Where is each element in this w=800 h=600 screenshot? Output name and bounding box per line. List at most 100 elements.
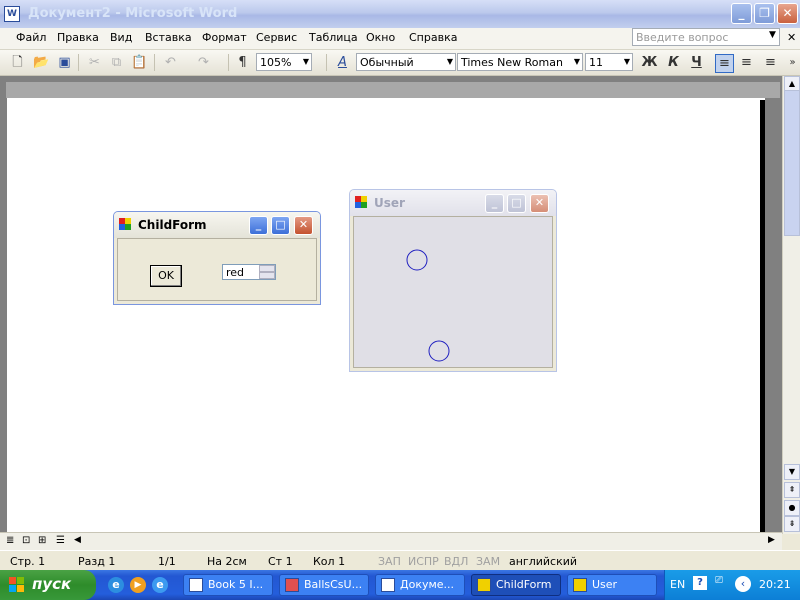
redo-icon[interactable]: ↷ <box>195 54 212 71</box>
taskbar-label: ChildForm <box>496 578 552 591</box>
paragraph-mark-button[interactable]: ¶ <box>234 54 251 71</box>
status-rec[interactable]: ЗАП <box>378 555 401 568</box>
taskbar-button-document[interactable]: Докуме... <box>375 574 465 596</box>
status-pages: 1/1 <box>158 555 176 568</box>
user-close-button[interactable]: ✕ <box>530 194 549 213</box>
clock: 20:21 <box>759 578 791 591</box>
user-minimize-button[interactable]: _ <box>485 194 504 213</box>
close-document-icon[interactable]: ✕ <box>787 31 796 44</box>
internet-explorer-icon[interactable]: e <box>108 577 124 593</box>
close-button[interactable]: ✕ <box>777 3 798 24</box>
outline-view-icon[interactable]: ☰ <box>56 535 65 546</box>
menu-format[interactable]: Формат <box>202 31 247 44</box>
align-left-icon[interactable]: ≡ <box>715 54 734 73</box>
childform-close-button[interactable]: ✕ <box>294 216 313 235</box>
form-icon[interactable] <box>119 218 132 231</box>
form-icon <box>573 578 587 592</box>
status-section: Разд 1 <box>78 555 116 568</box>
cut-icon[interactable]: ✂ <box>86 54 103 71</box>
next-page-icon[interactable]: ⇟ <box>784 516 800 532</box>
user-window[interactable]: User _ □ ✕ <box>349 189 557 372</box>
scroll-left-icon[interactable]: ◀ <box>74 535 81 545</box>
start-button[interactable]: пуск <box>0 570 96 600</box>
align-right-icon[interactable]: ≡ <box>762 54 779 71</box>
childform-title-bar[interactable]: ChildForm _ □ ✕ <box>114 212 320 238</box>
bold-button[interactable]: Ж <box>641 54 658 71</box>
style-value: Обычный <box>360 56 414 69</box>
childform-maximize-button[interactable]: □ <box>271 216 290 235</box>
web-view-icon[interactable]: ⊡ <box>22 535 30 546</box>
scroll-down-icon[interactable]: ▼ <box>784 464 800 480</box>
menu-table[interactable]: Таблица <box>309 31 358 44</box>
browse-object-icon[interactable]: ● <box>784 500 800 516</box>
italic-button[interactable]: К <box>665 54 682 71</box>
color-spinner[interactable]: red <box>222 264 276 280</box>
menu-edit[interactable]: Правка <box>57 31 99 44</box>
taskbar-button-ballscs[interactable]: BallsCsU... <box>279 574 369 596</box>
help-icon[interactable]: ? <box>693 576 707 590</box>
font-dropdown-icon[interactable]: ▼ <box>574 57 580 66</box>
restore-button[interactable]: ❐ <box>754 3 775 24</box>
help-search-input[interactable]: Введите вопрос ▼ <box>632 28 780 46</box>
align-center-icon[interactable]: ≡ <box>738 54 755 71</box>
print-view-icon[interactable]: ⊞ <box>38 535 46 546</box>
display-icon[interactable]: ⎚ <box>715 575 723 586</box>
word-app-icon[interactable]: W <box>4 6 20 22</box>
menu-window[interactable]: Окно <box>366 31 395 44</box>
save-icon[interactable]: ▣ <box>56 54 73 71</box>
status-overtype[interactable]: ЗАМ <box>476 555 500 568</box>
status-language: английский <box>509 555 578 568</box>
menu-file[interactable]: Файл <box>16 31 46 44</box>
status-position: На 2см <box>207 555 247 568</box>
status-column: Кол 1 <box>313 555 346 568</box>
taskbar-button-user[interactable]: User <box>567 574 657 596</box>
language-indicator[interactable]: EN <box>670 578 685 591</box>
normal-view-icon[interactable]: ≣ <box>6 535 14 546</box>
taskbar-button-childform[interactable]: ChildForm <box>471 574 561 596</box>
scroll-right-icon[interactable]: ▶ <box>768 535 775 545</box>
open-folder-icon[interactable]: 📂 <box>33 54 50 71</box>
style-dropdown-icon[interactable]: ▼ <box>447 57 453 66</box>
menu-help[interactable]: Справка <box>409 31 457 44</box>
menu-view[interactable]: Вид <box>110 31 132 44</box>
user-title-bar[interactable]: User _ □ ✕ <box>350 190 556 216</box>
spinner-down-icon[interactable] <box>259 272 275 279</box>
font-size-dropdown-icon[interactable]: ▼ <box>624 57 630 66</box>
minimize-button[interactable]: _ <box>731 3 752 24</box>
childform-minimize-button[interactable]: _ <box>249 216 268 235</box>
paste-icon[interactable]: 📋 <box>131 54 148 71</box>
font-combo[interactable]: Times New Roman ▼ <box>457 53 583 71</box>
ok-button[interactable]: OK <box>150 265 182 287</box>
browser-icon[interactable]: e <box>152 577 168 593</box>
status-track[interactable]: ИСПР <box>408 555 439 568</box>
new-document-icon[interactable]: 🗋 <box>9 54 26 71</box>
menu-tools[interactable]: Сервис <box>256 31 297 44</box>
prev-page-icon[interactable]: ⇞ <box>784 482 800 498</box>
tray-expand-icon[interactable]: ‹ <box>735 576 751 592</box>
childform-client: OK red <box>117 238 317 301</box>
zoom-combo[interactable]: 105% ▼ <box>256 53 312 71</box>
taskbar-button-book[interactable]: Book 5 I... <box>183 574 273 596</box>
title-bar[interactable]: W Документ2 - Microsoft Word _ ❐ ✕ <box>0 0 800 28</box>
taskbar-label: BallsCsU... <box>304 578 363 591</box>
menu-insert[interactable]: Вставка <box>145 31 192 44</box>
styles-pane-icon[interactable]: A <box>334 54 351 71</box>
spinner-up-icon[interactable] <box>259 265 275 272</box>
zoom-dropdown-icon[interactable]: ▼ <box>303 57 309 66</box>
vertical-scrollbar[interactable]: ▲ ▼ ⇞ ● ⇟ <box>782 76 800 534</box>
font-size-combo[interactable]: 11 ▼ <box>585 53 633 71</box>
user-maximize-button[interactable]: □ <box>507 194 526 213</box>
form-icon[interactable] <box>355 196 368 209</box>
user-canvas[interactable] <box>353 216 553 368</box>
scroll-thumb[interactable] <box>784 90 800 236</box>
copy-icon[interactable]: ⧉ <box>108 54 125 71</box>
media-player-icon[interactable]: ▶ <box>130 577 146 593</box>
childform-window[interactable]: ChildForm _ □ ✕ OK red <box>113 211 321 305</box>
help-dropdown-icon[interactable]: ▼ <box>769 30 776 40</box>
style-combo[interactable]: Обычный ▼ <box>356 53 456 71</box>
word-doc-icon <box>381 578 395 592</box>
status-extend[interactable]: ВДЛ <box>444 555 468 568</box>
underline-button[interactable]: Ч <box>688 54 705 71</box>
toolbar-more-icon[interactable]: » <box>784 54 800 71</box>
undo-icon[interactable]: ↶ <box>162 54 179 71</box>
